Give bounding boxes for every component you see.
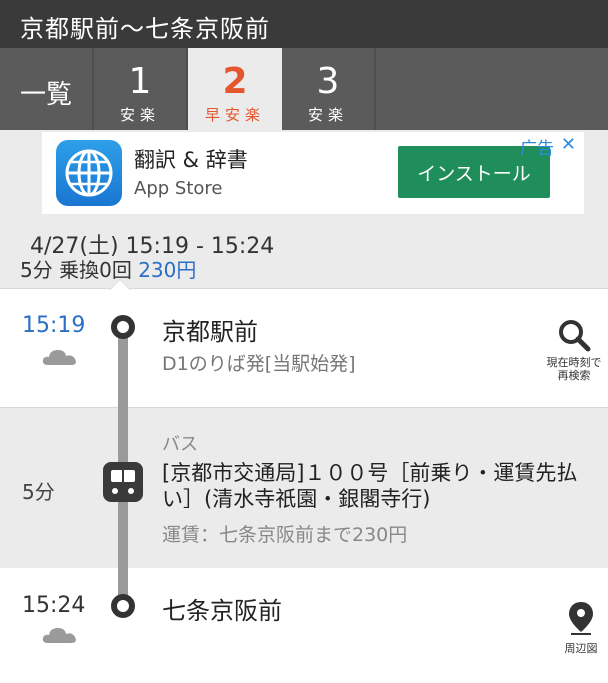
- research-caption-1: 現在時刻で: [546, 356, 602, 369]
- departure-station[interactable]: 京都駅前: [162, 312, 258, 347]
- research-caption-2: 再検索: [557, 369, 591, 382]
- research-now-button[interactable]: 現在時刻で 再検索: [544, 318, 604, 382]
- tab-route-1-number: 1: [128, 61, 152, 102]
- tab-route-3-number: 3: [316, 61, 340, 102]
- arrival-node-icon: [111, 594, 135, 618]
- departure-panel: [0, 288, 608, 408]
- segment-duration: 5分: [22, 480, 55, 504]
- segment-fare: 運賃：七条京阪前まで230円: [162, 524, 408, 546]
- globe-icon: [56, 140, 122, 206]
- tabs-filler: [376, 48, 608, 130]
- route-summary: 4/27(土) 15:19 - 15:24 5分 乗換0回 230円: [0, 220, 608, 288]
- tab-route-1[interactable]: 1 安楽: [94, 48, 188, 130]
- cloud-icon: [42, 628, 76, 643]
- map-pin-icon: [569, 602, 593, 635]
- panel-pointer: [110, 280, 130, 290]
- departure-time: 15:19: [22, 313, 86, 338]
- header-bar: 京都駅前〜七条京阪前: [0, 0, 608, 48]
- summary-fare: 230円: [138, 258, 197, 282]
- tab-route-3[interactable]: 3 安楽: [282, 48, 376, 130]
- summary-duration: 5分: [20, 258, 53, 282]
- tab-list[interactable]: 一覧: [0, 48, 94, 130]
- departure-platform: D1のりば発[当駅始発]: [162, 353, 356, 375]
- nearby-map-button[interactable]: 周辺図: [558, 600, 604, 656]
- segment-mode: バス: [162, 434, 198, 455]
- tab-route-1-tags: 安楽: [119, 106, 160, 124]
- arrival-panel: [0, 568, 608, 683]
- ad-title: 翻訳 & 辞書: [134, 148, 248, 172]
- bus-line-name[interactable]: [京都市交通局]１００号［前乗り・運賃先払い］(清水寺祇園・銀閣寺行): [162, 460, 602, 512]
- cloud-icon: [42, 350, 76, 365]
- tab-route-3-tags: 安楽: [307, 106, 348, 124]
- bus-icon: [103, 462, 143, 502]
- departure-node-icon: [111, 315, 135, 339]
- ad-banner[interactable]: 翻訳 & 辞書 App Store インストール 广告 ✕: [42, 132, 584, 214]
- route-tabs: 一覧 1 安楽 2 早安楽 3 安楽: [0, 48, 608, 130]
- tab-route-2-number: 2: [222, 61, 248, 102]
- search-icon: [559, 320, 591, 352]
- arrival-station[interactable]: 七条京阪前: [162, 591, 282, 626]
- map-caption: 周辺図: [564, 642, 598, 655]
- close-icon[interactable]: ✕: [561, 134, 576, 155]
- ad-subtitle: App Store: [134, 178, 223, 199]
- tab-route-2[interactable]: 2 早安楽: [188, 48, 282, 130]
- tab-list-label: 一覧: [19, 80, 72, 110]
- arrival-time: 15:24: [22, 593, 86, 618]
- ad-badge: 广告: [520, 139, 554, 159]
- page-title: 京都駅前〜七条京阪前: [20, 15, 270, 43]
- tab-route-2-tags: 早安楽: [204, 106, 265, 124]
